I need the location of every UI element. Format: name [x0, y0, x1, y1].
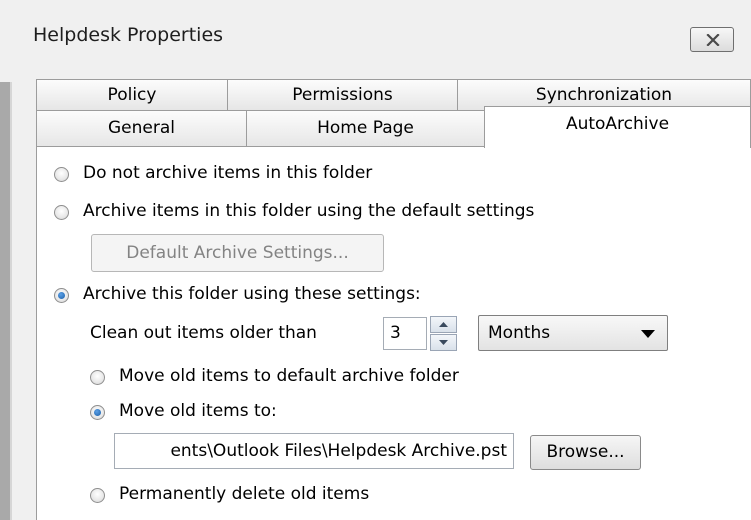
browse-button[interactable]: Browse...: [530, 435, 641, 470]
radio-do-not-archive[interactable]: [54, 167, 69, 182]
age-unit-value: Months: [488, 323, 551, 343]
archive-custom-label[interactable]: Archive this folder using these settings…: [83, 284, 421, 304]
age-stepper[interactable]: [430, 316, 457, 351]
age-input[interactable]: 3: [383, 317, 427, 350]
archive-path-value: ents\Outlook Files\Helpdesk Archive.pst: [170, 441, 507, 461]
clean-out-label: Clean out items older than: [90, 323, 317, 343]
default-archive-settings-label: Default Archive Settings...: [126, 243, 349, 263]
spin-down-button[interactable]: [430, 334, 457, 351]
age-value: 3: [390, 323, 401, 343]
archive-default-label[interactable]: Archive items in this folder using the d…: [83, 201, 534, 221]
move-default-label[interactable]: Move old items to default archive folder: [119, 366, 459, 386]
radio-move-to[interactable]: [90, 405, 105, 420]
radio-move-default[interactable]: [90, 370, 105, 385]
radio-archive-default[interactable]: [54, 205, 69, 220]
chevron-down-icon: [439, 340, 448, 345]
browse-label: Browse...: [546, 442, 625, 462]
default-archive-settings-button[interactable]: Default Archive Settings...: [91, 234, 384, 272]
dropdown-arrow-icon: [641, 330, 655, 338]
age-unit-select[interactable]: Months: [478, 315, 668, 351]
do-not-archive-label[interactable]: Do not archive items in this folder: [83, 163, 372, 183]
chevron-up-icon: [439, 322, 448, 327]
radio-archive-custom[interactable]: [54, 288, 69, 303]
delete-label[interactable]: Permanently delete old items: [119, 484, 369, 504]
spin-up-button[interactable]: [430, 316, 457, 333]
archive-path-field[interactable]: ents\Outlook Files\Helpdesk Archive.pst: [114, 433, 514, 469]
radio-delete[interactable]: [90, 488, 105, 503]
move-to-label[interactable]: Move old items to:: [119, 401, 277, 421]
